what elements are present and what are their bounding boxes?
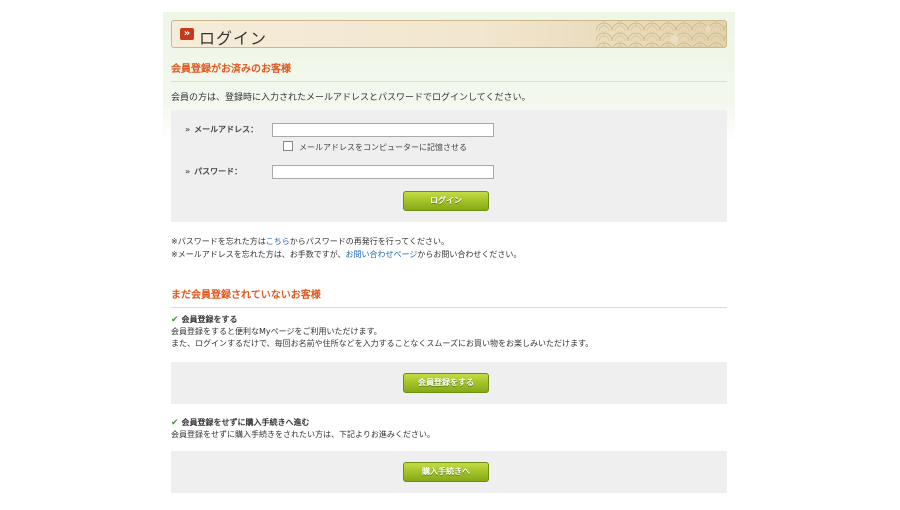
- remember-email-option[interactable]: メールアドレスをコンピューターに記憶させる: [283, 141, 467, 153]
- login-button[interactable]: ログイン: [403, 191, 489, 211]
- login-instructions: 会員の方は、登録時に入力されたメールアドレスとパスワードでログインしてください。: [171, 93, 531, 103]
- email-label: » メールアドレス：: [185, 125, 259, 134]
- password-label: » パスワード：: [185, 167, 243, 176]
- remember-email-label: メールアドレスをコンピューターに記憶させる: [299, 143, 467, 152]
- login-form: » メールアドレス： メールアドレスをコンピューターに記憶させる » パスワード： …: [171, 110, 727, 222]
- register-title: ✔ 会員登録をする: [171, 315, 238, 325]
- guest-checkout-title: ✔ 会員登録をせずに購入手続きへ進む: [171, 418, 310, 428]
- member-section-heading: 会員登録がお済みのお客様: [171, 60, 727, 82]
- remember-email-checkbox[interactable]: [283, 141, 293, 151]
- page-title: ログイン: [199, 29, 268, 48]
- password-reset-link[interactable]: こちら: [266, 237, 290, 246]
- register-button-area: 会員登録をする: [171, 362, 727, 404]
- forgot-email-note: ※メールアドレスを忘れた方は、お手数ですが、お問い合わせページからお問い合わせく…: [171, 250, 522, 259]
- checkout-button[interactable]: 購入手続きへ: [403, 462, 489, 482]
- guest-checkout-button-area: 購入手続きへ: [171, 451, 727, 493]
- email-field[interactable]: [272, 123, 494, 137]
- register-description: 会員登録をすると便利なMyページをご利用いただけます。 また、ログインするだけで…: [171, 327, 594, 348]
- checkmark-icon: ✔: [171, 315, 179, 325]
- login-title-bar: » ログイン: [171, 20, 727, 48]
- password-field[interactable]: [272, 165, 494, 179]
- login-page: » ログイン 会員登録がお済みのお客様 会員の方は、登録時に入力されたメールアド…: [163, 12, 735, 510]
- contact-page-link[interactable]: お問い合わせページ: [346, 250, 418, 259]
- double-chevron-icon: »: [185, 125, 191, 134]
- forgot-password-note: ※パスワードを忘れた方はこちらからパスワードの再発行を行ってください。: [171, 237, 450, 246]
- double-chevron-icon: »: [180, 28, 194, 40]
- wave-pattern-decoration: [596, 21, 726, 47]
- checkmark-icon: ✔: [171, 418, 179, 428]
- help-notes: ※パスワードを忘れた方はこちらからパスワードの再発行を行ってください。 ※メール…: [171, 235, 521, 261]
- guest-section-heading: まだ会員登録されていないお客様: [171, 286, 727, 308]
- double-chevron-icon: »: [185, 167, 191, 176]
- guest-checkout-description: 会員登録をせずに購入手続きをされたい方は、下記よりお進みください。: [171, 430, 435, 439]
- register-button[interactable]: 会員登録をする: [403, 373, 489, 393]
